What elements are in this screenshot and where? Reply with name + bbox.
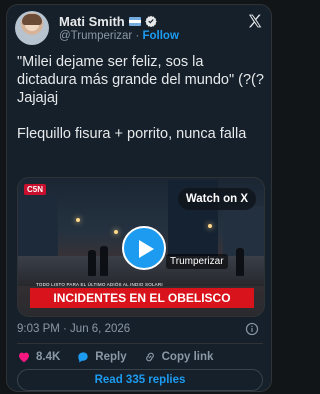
timestamp[interactable]: 9:03 PM · Jun 6, 2026 — [17, 323, 130, 335]
street-light — [76, 218, 80, 222]
tweet-card: Mati Smith @Trumperizar · Follow "Milei … — [6, 4, 272, 392]
copy-link-label: Copy link — [161, 351, 214, 363]
reply-button[interactable]: Reply — [76, 350, 127, 364]
watch-on-x-button[interactable]: Watch on X — [177, 188, 256, 210]
street-light — [208, 224, 212, 228]
video-owner-tag: Trumperizar — [166, 254, 228, 269]
argentina-flag-icon — [128, 16, 141, 26]
person — [88, 250, 96, 276]
author-handle[interactable]: @Trumperizar — [59, 30, 132, 42]
person — [236, 248, 244, 276]
tweet-line-2: Flequillo fisura + porrito, nunca falla — [17, 126, 247, 142]
tweet-line-1: "Milei dejame ser feliz, sos la dictadur… — [17, 54, 264, 106]
link-icon — [145, 352, 154, 362]
avatar[interactable] — [15, 11, 49, 45]
news-ticker: TODO LISTO PARA EL ÚLTIMO ADIÓS AL INDIO… — [36, 282, 163, 287]
play-button[interactable] — [122, 226, 166, 270]
name-row: Mati Smith — [59, 13, 157, 29]
like-count: 8.4K — [36, 351, 61, 363]
follow-button[interactable]: Follow — [142, 30, 178, 42]
reply-label: Reply — [95, 351, 127, 363]
street-light — [114, 230, 118, 234]
like-button[interactable]: 8.4K — [17, 350, 60, 364]
person — [100, 246, 108, 276]
handle-row: @Trumperizar · Follow — [59, 30, 179, 42]
copy-link-button[interactable]: Copy link — [143, 350, 214, 364]
read-replies-button[interactable]: Read 335 replies — [17, 369, 263, 391]
news-banner: INCIDENTES EN EL OBELISCO — [30, 288, 254, 308]
tweet-header: Mati Smith @Trumperizar · Follow — [15, 11, 265, 47]
reply-icon — [78, 352, 88, 363]
verified-badge-icon — [144, 15, 157, 27]
video-player[interactable]: C5N Watch on X Trumperizar TODO LISTO PA… — [17, 177, 265, 317]
channel-logo: C5N — [24, 184, 47, 195]
heart-icon — [19, 352, 29, 363]
x-logo-icon[interactable] — [247, 13, 263, 29]
avatar-hair — [22, 14, 42, 25]
tweet-text: "Milei dejame ser feliz, sos la dictadur… — [17, 53, 265, 161]
info-icon[interactable] — [245, 322, 259, 336]
separator-dot: · — [135, 30, 140, 42]
play-icon — [139, 240, 154, 258]
author-name[interactable]: Mati Smith — [59, 14, 125, 29]
divider — [17, 343, 263, 344]
action-bar: 8.4K Reply Copy link — [17, 348, 213, 366]
